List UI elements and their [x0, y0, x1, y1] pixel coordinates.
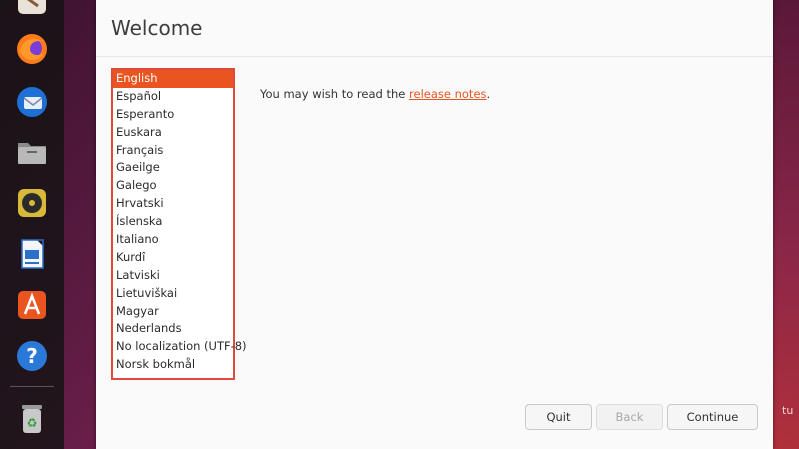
release-notes-suffix: .	[486, 87, 491, 101]
help-icon[interactable]: ?	[14, 338, 50, 374]
quit-button[interactable]: Quit	[525, 404, 592, 430]
dock-separator	[10, 386, 54, 387]
svg-text:♻: ♻	[27, 416, 38, 430]
language-item[interactable]: Latviski	[113, 267, 233, 285]
release-notes-text: You may wish to read the release notes.	[260, 87, 490, 101]
language-list[interactable]: English Español Esperanto Euskara Français Ga…	[111, 68, 247, 380]
firefox-icon[interactable]	[14, 31, 50, 67]
files-icon[interactable]	[14, 134, 50, 170]
title-divider	[96, 56, 773, 57]
dock: ? ♻	[0, 0, 64, 449]
language-item[interactable]: Magyar	[113, 303, 233, 321]
release-notes-link[interactable]: release notes	[409, 87, 487, 101]
language-item[interactable]: Euskara	[113, 124, 233, 142]
writer-icon[interactable]	[14, 236, 50, 272]
welcome-window: Welcome English Español Esperanto Euskara Fr…	[96, 0, 773, 449]
rhythmbox-icon[interactable]	[14, 185, 50, 221]
back-button[interactable]: Back	[596, 404, 663, 430]
language-item[interactable]: Kurdî	[113, 249, 233, 267]
desktop-background-strip	[773, 0, 799, 449]
continue-button[interactable]: Continue	[667, 404, 758, 430]
release-notes-prefix: You may wish to read the	[260, 87, 410, 101]
language-item[interactable]: Galego	[113, 177, 233, 195]
thunderbird-icon[interactable]	[14, 84, 50, 120]
language-item[interactable]: Nederlands	[113, 320, 233, 338]
svg-text:?: ?	[26, 344, 38, 368]
app-center-icon[interactable]	[14, 287, 50, 323]
language-item[interactable]: Hrvatski	[113, 195, 233, 213]
language-item[interactable]: Esperanto	[113, 106, 233, 124]
page-title: Welcome	[111, 16, 203, 40]
language-item[interactable]: Íslenska	[113, 213, 233, 231]
language-item[interactable]: Norsk bokmål	[113, 356, 233, 374]
language-item[interactable]: Lietuviškai	[113, 285, 233, 303]
language-item[interactable]: Italiano	[113, 231, 233, 249]
text-editor-icon[interactable]	[14, 0, 50, 18]
trash-icon[interactable]: ♻	[14, 401, 50, 437]
language-item[interactable]: Español	[113, 88, 233, 106]
language-item[interactable]: English	[113, 70, 233, 88]
language-item[interactable]: No localization (UTF-8)	[113, 338, 247, 356]
language-item[interactable]: Français	[113, 142, 233, 160]
desktop-edge-text: tu	[782, 404, 794, 417]
language-item[interactable]: Gaeilge	[113, 159, 233, 177]
